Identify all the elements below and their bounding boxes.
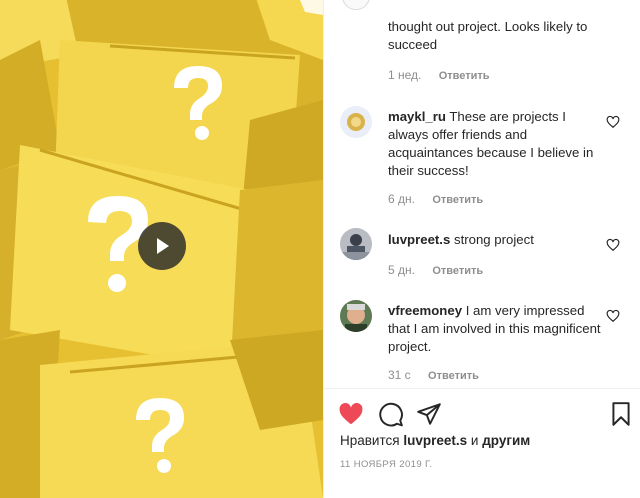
- comment-meta: 1 нед. Ответить: [388, 68, 490, 82]
- reply-button[interactable]: Ответить: [432, 194, 483, 206]
- comment-username[interactable]: maykl_ru: [388, 109, 446, 124]
- post-media[interactable]: [0, 0, 323, 498]
- avatar[interactable]: [340, 300, 372, 332]
- avatar-image: [340, 228, 372, 260]
- play-icon: [157, 238, 169, 254]
- comments-panel: thought out project. Looks likely to suc…: [323, 0, 640, 498]
- reply-button[interactable]: Ответить: [428, 370, 479, 382]
- comment-time: 31 с: [388, 368, 411, 382]
- comment-time: 5 дн.: [388, 263, 415, 277]
- comment-text: maykl_ru These are projects I always off…: [388, 108, 603, 180]
- likes-summary: Нравится luvpreet.s и другим: [340, 433, 530, 448]
- comment-text: luvpreet.s strong project: [388, 231, 603, 249]
- likes-user-link[interactable]: luvpreet.s: [403, 433, 467, 448]
- share-icon[interactable]: [416, 401, 442, 427]
- comment-meta: 5 дн. Ответить: [388, 263, 483, 277]
- likes-joiner: и: [470, 433, 479, 448]
- likes-prefix: Нравится: [340, 433, 400, 448]
- comment-time: 1 нед.: [388, 68, 422, 82]
- like-comment-heart-icon[interactable]: [606, 238, 620, 252]
- bookmark-icon[interactable]: [608, 401, 634, 427]
- like-comment-heart-icon[interactable]: [606, 309, 620, 323]
- avatar[interactable]: [340, 106, 372, 138]
- post-date: 11 НОЯБРЯ 2019 Г.: [340, 459, 433, 470]
- avatar-image: [340, 300, 372, 332]
- comment-text: vfreemoney I am very impressed that I am…: [388, 302, 603, 356]
- comment-text: thought out project. Looks likely to suc…: [388, 19, 588, 52]
- comment-meta: 6 дн. Ответить: [388, 192, 483, 206]
- avatar[interactable]: [340, 228, 372, 260]
- play-button[interactable]: [138, 222, 186, 270]
- comment-icon[interactable]: [378, 401, 404, 427]
- comment-username[interactable]: luvpreet.s: [388, 232, 450, 247]
- avatar-image: [340, 106, 372, 138]
- avatar[interactable]: [342, 0, 370, 10]
- heart-filled-icon[interactable]: [338, 401, 364, 427]
- comment-meta: 31 с Ответить: [388, 368, 479, 382]
- comment-username[interactable]: vfreemoney: [388, 303, 462, 318]
- like-comment-heart-icon[interactable]: [606, 115, 620, 129]
- reply-button[interactable]: Ответить: [432, 265, 483, 277]
- comment-body: strong project: [453, 232, 534, 247]
- post-actions: Нравится luvpreet.s и другим 11 НОЯБРЯ 2…: [324, 388, 640, 498]
- likes-others-link[interactable]: другим: [482, 433, 530, 448]
- reply-button[interactable]: Ответить: [439, 70, 490, 82]
- comment-time: 6 дн.: [388, 192, 415, 206]
